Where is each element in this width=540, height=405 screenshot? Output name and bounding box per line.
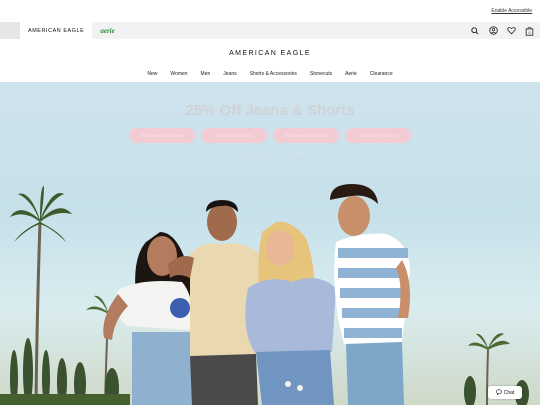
nav-item-new[interactable]: New bbox=[147, 71, 157, 77]
bag-count: 0 bbox=[528, 30, 530, 34]
brand-switcher-stub bbox=[0, 22, 20, 39]
brand-tab-ae-label: AMERICAN EAGLE bbox=[28, 27, 85, 34]
search-icon[interactable] bbox=[470, 26, 480, 36]
model-4 bbox=[330, 184, 410, 405]
site-logo-text: AMERICAN EAGLE bbox=[229, 49, 311, 57]
brand-switcher: AMERICAN EAGLE aerie 0 bbox=[0, 22, 540, 39]
chat-icon bbox=[495, 388, 502, 397]
cta-shop-womens-shorts[interactable]: Shop Women's Shorts bbox=[273, 128, 339, 143]
account-icon[interactable] bbox=[488, 26, 498, 36]
header-icons: 0 bbox=[470, 22, 534, 39]
nav-item-clearance[interactable]: Clearance bbox=[370, 71, 393, 77]
hero-cta-group: Shop Women's Jeans Shop Men's Jeans Shop… bbox=[0, 128, 540, 143]
brand-tab-aerie-label: aerie bbox=[100, 26, 115, 35]
site-logo[interactable]: AMERICAN EAGLE bbox=[0, 41, 540, 65]
accessibility-link[interactable]: Enable Accessible bbox=[491, 8, 532, 14]
hero-banner[interactable]: 25% Off Jeans & Shorts Shop Women's Jean… bbox=[0, 82, 540, 405]
nav-item-stonecuts[interactable]: Stonecuts bbox=[310, 71, 332, 77]
model-3 bbox=[245, 221, 336, 405]
nav-item-men[interactable]: Men bbox=[201, 71, 211, 77]
nav-item-jeans[interactable]: Jeans bbox=[223, 71, 236, 77]
hero-headline: 25% Off Jeans & Shorts bbox=[185, 102, 355, 119]
brand-tab-american-eagle[interactable]: AMERICAN EAGLE bbox=[20, 22, 93, 39]
utility-bar: Enable Accessible bbox=[0, 0, 540, 22]
bag-icon[interactable]: 0 bbox=[524, 26, 534, 36]
chat-label: Chat bbox=[503, 389, 515, 396]
hero-fine-print[interactable]: Online Only. Offer not valid on clearanc… bbox=[0, 152, 540, 156]
chat-button[interactable]: Chat bbox=[488, 386, 522, 399]
heart-icon[interactable] bbox=[506, 26, 516, 36]
cta-shop-mens-jeans[interactable]: Shop Men's Jeans bbox=[201, 128, 267, 143]
cta-shop-mens-shorts[interactable]: Shop Men's Shorts bbox=[345, 128, 411, 143]
brand-tab-aerie[interactable]: aerie bbox=[92, 22, 122, 39]
cta-shop-womens-jeans[interactable]: Shop Women's Jeans bbox=[129, 128, 195, 143]
nav-item-shorts-accessories[interactable]: Shorts & Accessories bbox=[250, 71, 297, 77]
nav-item-aerie[interactable]: Aerie bbox=[345, 71, 357, 77]
nav-item-women[interactable]: Women bbox=[170, 71, 187, 77]
